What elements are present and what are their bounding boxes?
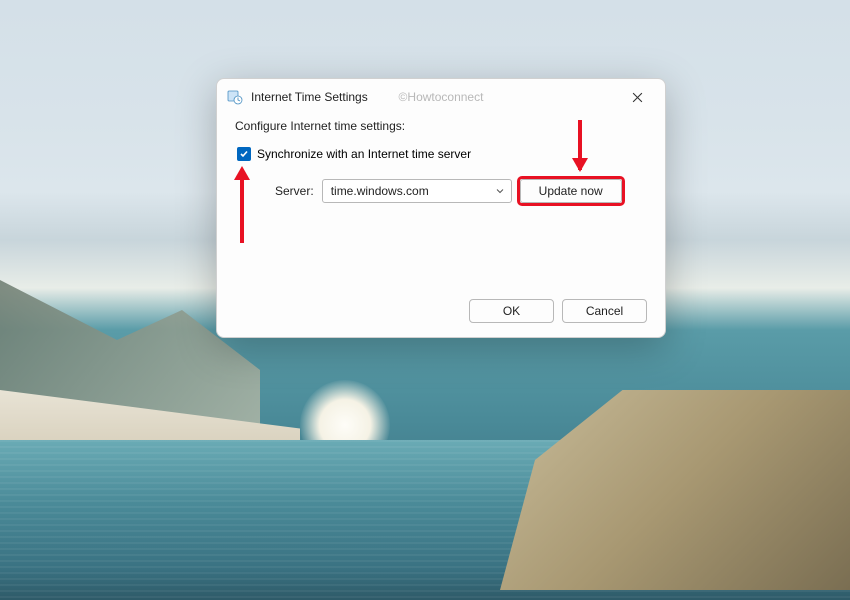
annotation-arrow-up: [240, 178, 244, 243]
dialog-title: Internet Time Settings: [251, 90, 368, 104]
ok-button-label: OK: [503, 304, 520, 318]
annotation-arrow-down: [578, 120, 582, 170]
dialog-body: Configure Internet time settings: Synchr…: [217, 115, 665, 213]
close-icon: [632, 92, 643, 103]
server-row: Server: time.windows.com Update now: [275, 179, 647, 203]
cancel-button[interactable]: Cancel: [562, 299, 647, 323]
cancel-button-label: Cancel: [586, 304, 623, 318]
checkmark-icon: [239, 149, 249, 159]
chevron-down-icon: [495, 186, 505, 196]
dialog-footer: OK Cancel: [469, 299, 647, 323]
clock-settings-icon: [227, 89, 243, 105]
update-now-button[interactable]: Update now: [520, 179, 622, 203]
server-value: time.windows.com: [331, 184, 429, 198]
ok-button[interactable]: OK: [469, 299, 554, 323]
watermark-text: ©Howtoconnect: [399, 90, 484, 104]
instruction-text: Configure Internet time settings:: [235, 119, 647, 133]
server-combobox[interactable]: time.windows.com: [322, 179, 512, 203]
sync-checkbox[interactable]: [237, 147, 251, 161]
server-label: Server:: [275, 184, 314, 198]
close-button[interactable]: [617, 85, 657, 109]
sync-checkbox-label: Synchronize with an Internet time server: [257, 147, 471, 161]
titlebar[interactable]: Internet Time Settings ©Howtoconnect: [217, 79, 665, 115]
update-now-label: Update now: [539, 184, 603, 198]
desktop-wallpaper: Internet Time Settings ©Howtoconnect Con…: [0, 0, 850, 600]
wallpaper-shore-right: [500, 390, 850, 590]
internet-time-settings-dialog: Internet Time Settings ©Howtoconnect Con…: [216, 78, 666, 338]
